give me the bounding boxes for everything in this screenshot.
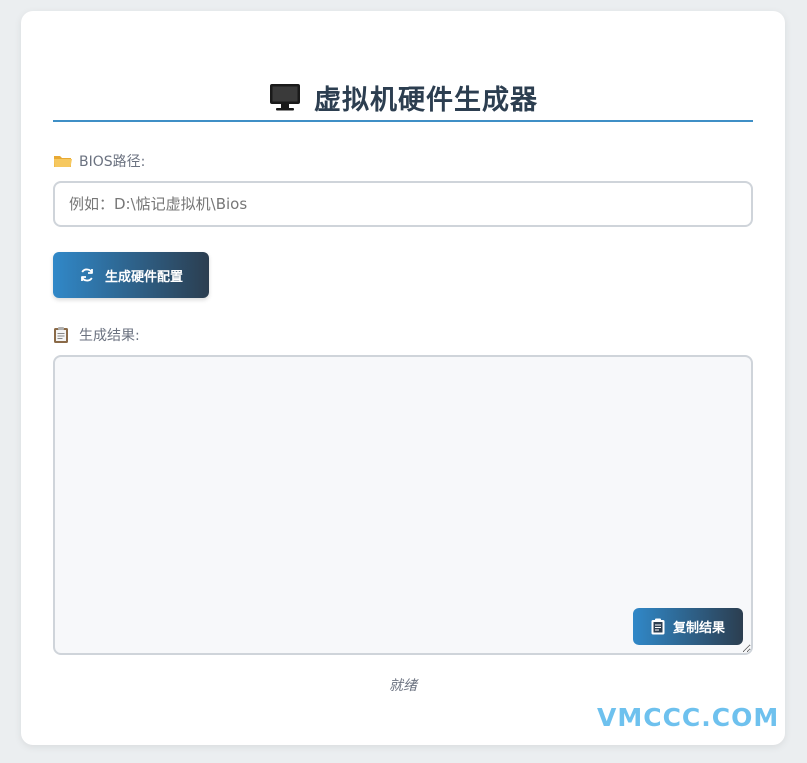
monitor-icon xyxy=(268,82,302,112)
result-label-text: 生成结果: xyxy=(79,328,140,344)
bios-label-text: BIOS路径: xyxy=(79,154,146,170)
clipboard-icon xyxy=(651,618,667,635)
copy-button-label: 复制结果 xyxy=(672,621,725,636)
main-card: 虚拟机硬件生成器 BIOS路径: 生成硬件配置 xyxy=(21,11,785,745)
folder-icon xyxy=(53,152,73,170)
result-label: 生成结果: xyxy=(53,325,140,345)
clipboard-icon xyxy=(53,326,73,344)
page-title: 虚拟机硬件生成器 xyxy=(314,84,538,116)
header: 虚拟机硬件生成器 xyxy=(53,73,753,121)
title-divider xyxy=(53,120,753,122)
watermark-logo: VMCCC.COM xyxy=(597,703,780,732)
copy-result-button[interactable]: 复制结果 xyxy=(633,608,743,645)
bios-label: BIOS路径: xyxy=(53,151,145,171)
bios-path-input[interactable] xyxy=(53,181,753,227)
status-text: 就绪 xyxy=(389,678,417,694)
refresh-icon xyxy=(79,267,95,283)
generate-config-button[interactable]: 生成硬件配置 xyxy=(53,252,209,298)
generate-button-label: 生成硬件配置 xyxy=(104,269,183,285)
